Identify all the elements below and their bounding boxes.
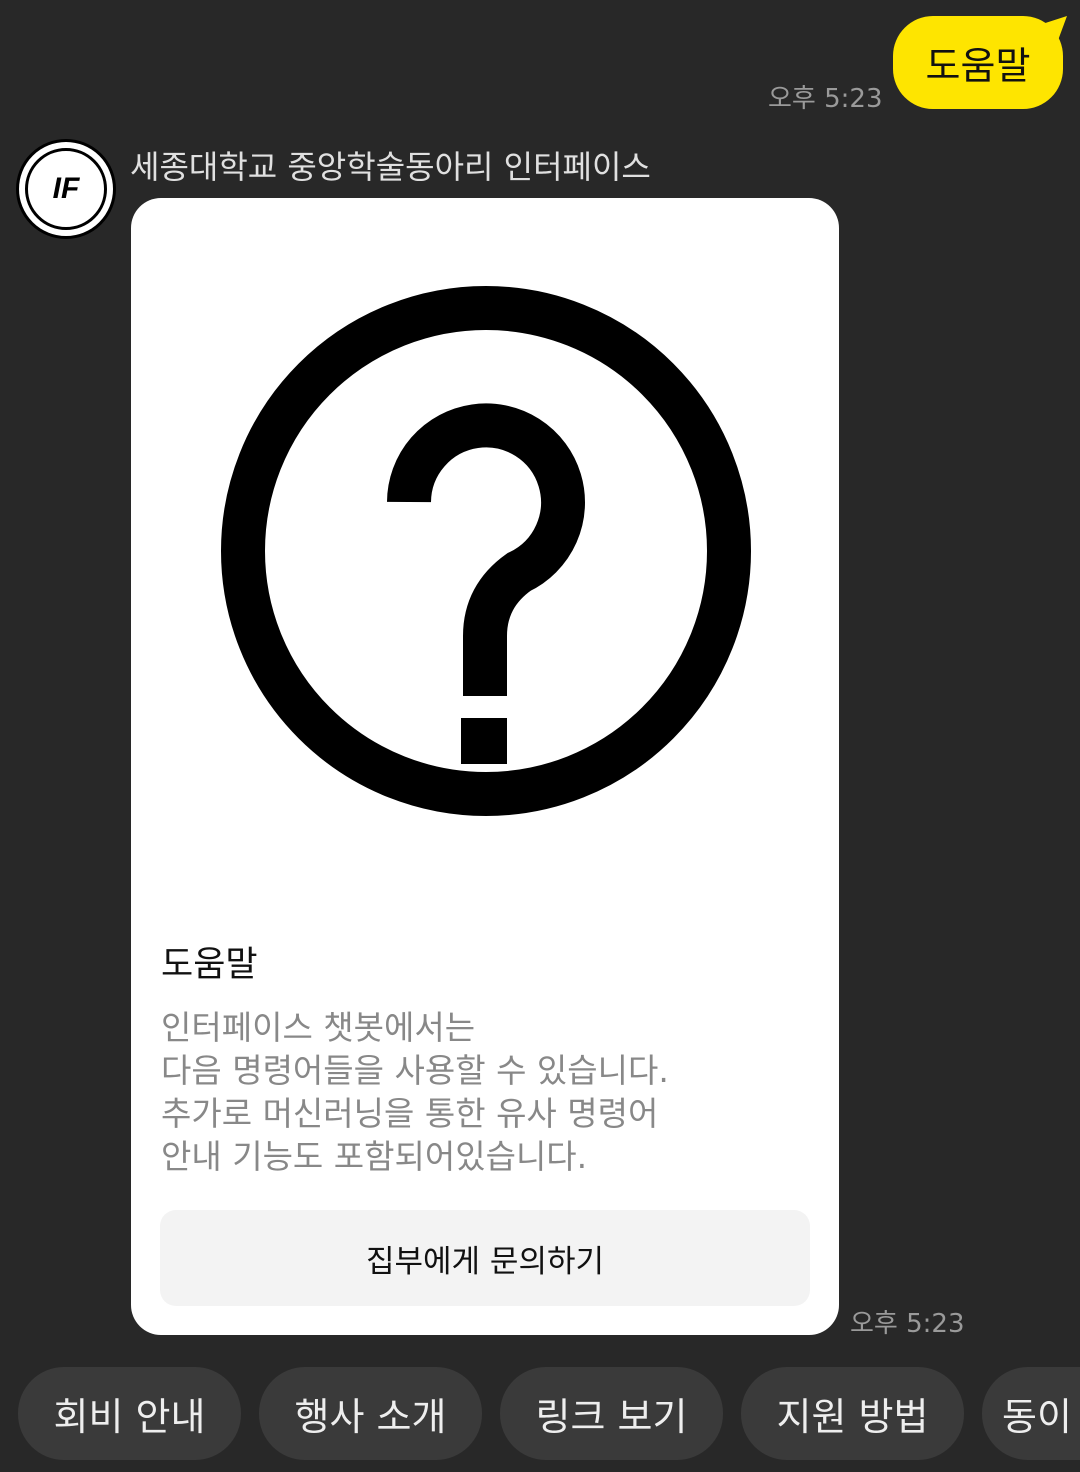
user-message-bubble: 도움말: [893, 16, 1063, 109]
interface-logo: IF: [25, 148, 107, 230]
quick-reply-apply[interactable]: 지원 방법: [741, 1367, 964, 1460]
bot-avatar[interactable]: IF: [16, 139, 116, 239]
sender-name: 세종대학교 중앙학술동아리 인터페이스: [130, 148, 651, 186]
card-description: 인터페이스 챗봇에서는 다음 명령어들을 사용할 수 있습니다. 추가로 머신러…: [161, 1008, 669, 1176]
contact-staff-button[interactable]: 집부에게 문의하기: [160, 1210, 810, 1306]
card-title: 도움말: [161, 945, 258, 985]
user-message-time: 오후 5:23: [768, 84, 883, 114]
question-circle-icon: [221, 286, 751, 816]
quick-reply-events[interactable]: 행사 소개: [259, 1367, 482, 1460]
quick-reply-club[interactable]: 동이: [982, 1367, 1080, 1460]
quick-reply-links[interactable]: 링크 보기: [500, 1367, 723, 1460]
quick-reply-fee[interactable]: 회비 안내: [18, 1367, 241, 1460]
quick-replies: 회비 안내 행사 소개 링크 보기 지원 방법 동이: [18, 1367, 1080, 1460]
bot-message-time: 오후 5:23: [850, 1309, 965, 1339]
help-card: 도움말 인터페이스 챗봇에서는 다음 명령어들을 사용할 수 있습니다. 추가로…: [131, 198, 839, 1335]
